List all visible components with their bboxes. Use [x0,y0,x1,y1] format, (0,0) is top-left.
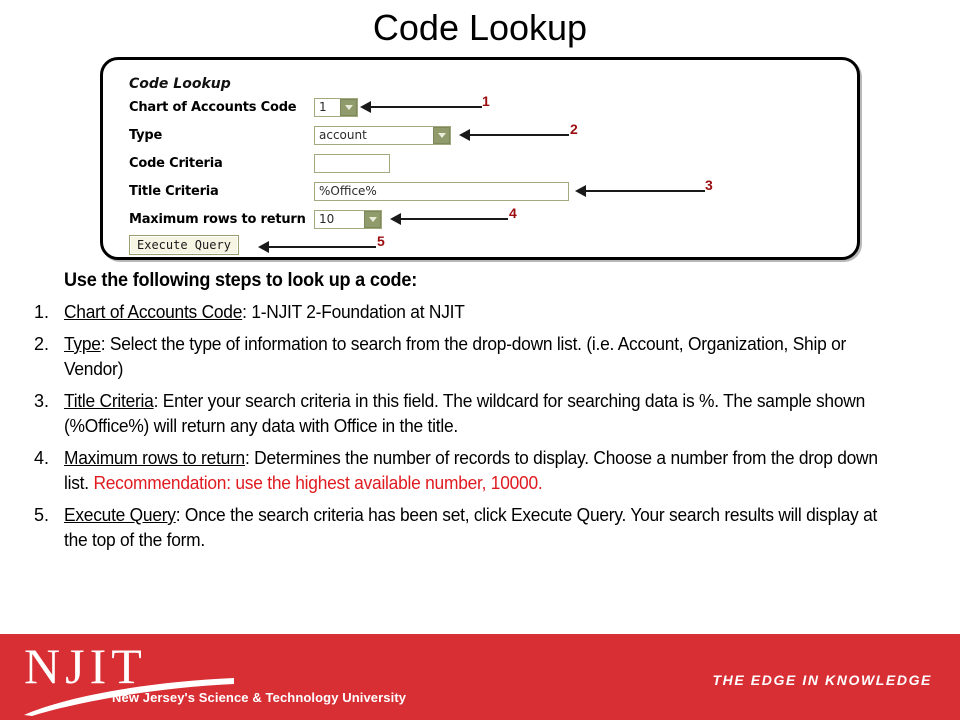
callout-arrow-3 [575,185,705,197]
title-criteria-input[interactable]: %Office% [314,181,569,201]
chevron-down-icon[interactable] [340,98,357,116]
field-maximum-rows: 10 [314,208,382,230]
footer-bar: NJIT New Jersey's Science & Technology U… [0,634,960,720]
step-text: Execute Query: Once the search criteria … [64,503,894,553]
step-text: Title Criteria: Enter your search criter… [64,389,894,439]
callout-arrow-1 [360,101,482,113]
page-title: Code Lookup [372,7,588,48]
chevron-down-icon[interactable] [364,210,381,228]
label-code-criteria: Code Criteria [129,155,223,171]
list-item: 5. Execute Query: Once the search criter… [34,503,924,553]
callout-arrow-5 [258,241,376,253]
row-code-criteria: Code Criteria [129,152,223,174]
row-execute-query: Execute Query [129,234,239,256]
arrow-line [268,246,376,248]
callout-arrow-2 [459,129,569,141]
list-item: 4. Maximum rows to return: Determines th… [34,446,924,496]
type-value: account [319,127,367,142]
type-select[interactable]: account [314,125,451,145]
maximum-rows-select[interactable]: 10 [314,209,382,229]
arrow-line [469,134,569,136]
step-term: Title Criteria [64,391,154,411]
label-maximum-rows: Maximum rows to return [129,211,306,227]
step-recommendation: Recommendation: use the highest availabl… [93,473,543,493]
njit-logo: NJIT New Jersey's Science & Technology U… [22,640,406,716]
callout-number-5: 5 [377,233,385,249]
arrow-line [400,218,508,220]
label-chart-of-accounts-code: Chart of Accounts Code [129,99,297,115]
callout-arrow-4 [390,213,508,225]
callout-number-3: 3 [705,177,713,193]
row-title-criteria: Title Criteria [129,180,219,202]
code-criteria-input[interactable] [314,153,390,173]
step-number: 2. [34,334,50,354]
callout-number-2: 2 [570,121,578,137]
step-number: 1. [34,302,50,322]
edge-tagline: THE EDGE IN KNOWLEDGE [712,672,932,688]
execute-query-button[interactable]: Execute Query [129,235,239,255]
field-code-criteria [314,152,390,174]
row-maximum-rows: Maximum rows to return [129,208,306,230]
step-term: Chart of Accounts Code [64,302,243,322]
njit-logo-tagline: New Jersey's Science & Technology Univer… [112,690,407,705]
code-lookup-screenshot-panel: Code Lookup Chart of Accounts Code 1 Typ… [100,57,860,260]
callout-number-1: 1 [482,93,490,109]
callout-number-4: 4 [509,205,517,221]
row-type: Type [129,124,162,146]
field-title-criteria: %Office% [314,180,569,202]
maximum-rows-value: 10 [319,211,335,226]
step-number: 3. [34,391,50,411]
step-term: Type [64,334,101,354]
step-detail: : Enter your search criteria in this fie… [64,391,865,436]
chevron-down-icon[interactable] [433,126,450,144]
chart-of-accounts-code-value: 1 [319,99,327,114]
list-item: 2. Type: Select the type of information … [34,332,924,382]
step-term: Execute Query [64,505,176,525]
step-term: Maximum rows to return [64,448,245,468]
label-type: Type [129,127,163,143]
step-text: Maximum rows to return: Determines the n… [64,446,894,496]
row-chart-of-accounts-code: Chart of Accounts Code [129,96,297,118]
steps-list: 1. Chart of Accounts Code: 1-NJIT 2-Foun… [34,300,924,560]
step-number: 5. [34,505,50,525]
lead-text: Use the following steps to look up a cod… [64,270,418,291]
field-chart-of-accounts-code: 1 [314,96,358,118]
arrow-line [370,106,482,108]
step-detail: : 1-NJIT 2-Foundation at NJIT [242,302,465,322]
code-lookup-form: Code Lookup Chart of Accounts Code 1 Typ… [103,60,857,257]
arrow-line [585,190,705,192]
label-title-criteria: Title Criteria [129,183,219,199]
field-type: account [314,124,451,146]
list-item: 1. Chart of Accounts Code: 1-NJIT 2-Foun… [34,300,924,325]
step-detail: : Select the type of information to sear… [64,334,847,379]
step-text: Type: Select the type of information to … [64,332,894,382]
step-text: Chart of Accounts Code: 1-NJIT 2-Foundat… [64,300,894,325]
chart-of-accounts-code-select[interactable]: 1 [314,97,358,117]
step-detail: : Once the search criteria has been set,… [64,505,878,550]
step-number: 4. [34,448,50,468]
form-heading: Code Lookup [129,76,231,92]
list-item: 3. Title Criteria: Enter your search cri… [34,389,924,439]
